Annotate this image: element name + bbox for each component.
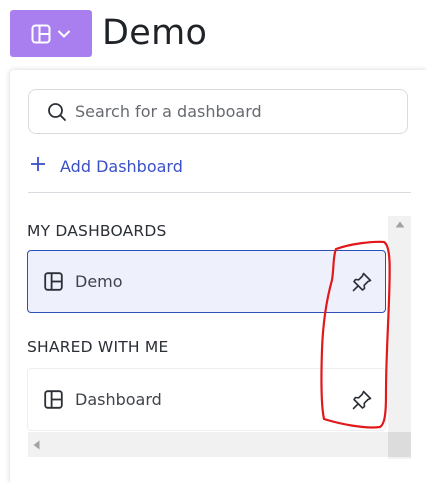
- section-heading-my-dashboards: MY DASHBOARDS: [27, 222, 167, 240]
- add-dashboard-label: Add Dashboard: [60, 156, 183, 176]
- add-dashboard-button[interactable]: Add Dashboard: [30, 156, 183, 176]
- scrollbar-thumb[interactable]: [393, 235, 406, 435]
- dashboard-item-demo[interactable]: Demo: [27, 250, 386, 313]
- divider: [28, 192, 411, 193]
- chevron-down-icon: [57, 29, 71, 39]
- dashboard-layout-icon: [44, 390, 63, 409]
- dashboard-item-dashboard[interactable]: Dashboard: [27, 368, 386, 431]
- scroll-left-arrow-icon[interactable]: [28, 432, 45, 457]
- dashboard-dropdown-panel: Add Dashboard MY DASHBOARDS Demo: [10, 70, 427, 483]
- dashboard-layout-icon: [44, 272, 63, 291]
- scrollbar-corner: [388, 432, 411, 457]
- page-title: Demo: [102, 13, 208, 53]
- search-icon: [47, 102, 67, 122]
- dashboard-switcher-button[interactable]: [10, 10, 92, 57]
- pin-icon[interactable]: [351, 271, 373, 293]
- page: Demo Add Dashboard MY DASHBOARDS: [0, 0, 427, 483]
- dashboard-item-label: Dashboard: [75, 390, 162, 409]
- plus-icon: [30, 156, 46, 176]
- scroll-up-arrow-icon[interactable]: [388, 216, 411, 233]
- dashboard-list: MY DASHBOARDS Demo SHARED WITH ME Dashbo…: [10, 216, 411, 461]
- vertical-scrollbar[interactable]: [388, 216, 411, 459]
- search-box[interactable]: [28, 89, 408, 134]
- search-input[interactable]: [75, 102, 395, 121]
- section-heading-shared-with-me: SHARED WITH ME: [27, 338, 169, 356]
- horizontal-scrollbar[interactable]: [28, 432, 411, 457]
- dashboard-layout-icon: [31, 24, 51, 44]
- dashboard-item-label: Demo: [75, 272, 123, 291]
- pin-icon[interactable]: [351, 389, 373, 411]
